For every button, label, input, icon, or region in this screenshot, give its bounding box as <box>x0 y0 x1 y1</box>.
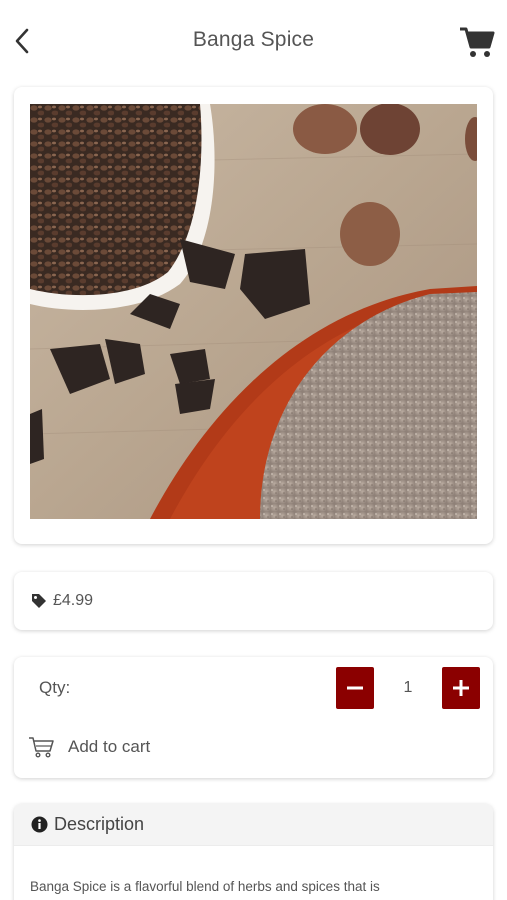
description-header[interactable]: Description <box>14 804 493 846</box>
description-title: Description <box>54 814 145 834</box>
price-value: £4.99 <box>53 592 94 609</box>
description-text: Banga Spice is a flavorful blend of herb… <box>30 879 380 894</box>
quantity-card: Qty: 1 Add to cart <box>14 657 493 778</box>
minus-icon <box>347 686 363 690</box>
cart-outline-icon <box>29 737 54 758</box>
price-tag-icon <box>32 594 46 608</box>
app-header: Banga Spice <box>0 0 507 82</box>
product-image-card <box>14 87 493 544</box>
add-to-cart-button[interactable]: Add to cart <box>28 735 150 759</box>
price-card: £4.99 <box>14 572 493 630</box>
description-card: Description Banga Spice is a flavorful b… <box>14 804 493 900</box>
cart-button[interactable] <box>456 22 496 62</box>
info-circle-icon <box>31 816 48 833</box>
add-to-cart-label: Add to cart <box>68 737 151 756</box>
page-title: Banga Spice <box>192 28 315 51</box>
qty-label: Qty: <box>39 678 71 697</box>
qty-increase-button[interactable] <box>442 667 480 709</box>
qty-decrease-button[interactable] <box>336 667 374 709</box>
shopping-cart-icon <box>460 27 495 57</box>
plus-icon <box>453 680 469 696</box>
spice-photo <box>30 104 477 519</box>
qty-value[interactable]: 1 <box>394 679 422 697</box>
product-image <box>30 104 477 519</box>
